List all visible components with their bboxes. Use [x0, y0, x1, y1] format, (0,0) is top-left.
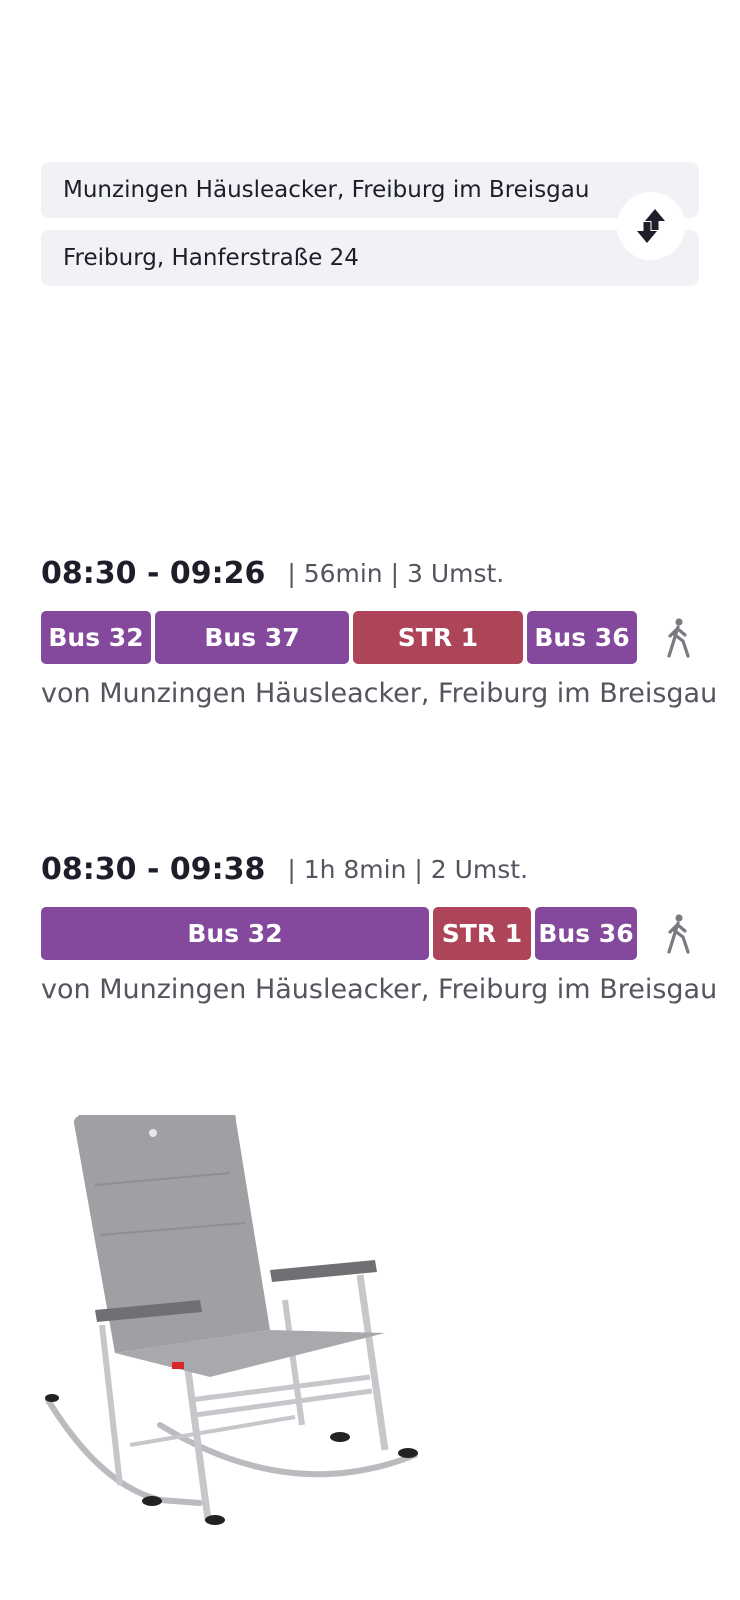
leg-badge: STR 1	[433, 907, 531, 960]
swap-vertical-icon	[637, 209, 665, 243]
journey-meta: | 1h 8min | 2 Umst.	[287, 854, 529, 884]
journey-time: 08:30 - 09:26	[41, 555, 266, 591]
journey-meta: | 56min | 3 Umst.	[287, 558, 505, 588]
leg-badge: STR 1	[353, 611, 523, 664]
leg-badge: Bus 32	[41, 611, 151, 664]
walking-person-icon	[657, 913, 697, 955]
leg-badge: Bus 36	[527, 611, 637, 664]
to-field-value: Freiburg, Hanferstraße 24	[63, 245, 359, 271]
leg-badge: Bus 36	[535, 907, 637, 960]
to-field[interactable]: Freiburg, Hanferstraße 24	[41, 230, 699, 286]
journey-card[interactable]: 08:30 - 09:26 | 56min | 3 Umst. Bus 32 B…	[41, 553, 718, 709]
from-field-value: Munzingen Häusleacker, Freiburg im Breis…	[63, 177, 590, 203]
journey-legs: Bus 32 Bus 37 STR 1 Bus 36	[41, 611, 701, 665]
leg-badge: Bus 32	[41, 907, 429, 960]
from-field[interactable]: Munzingen Häusleacker, Freiburg im Breis…	[41, 162, 699, 218]
walking-person-icon	[657, 617, 697, 659]
journey-origin: von Munzingen Häusleacker, Freiburg im B…	[41, 974, 718, 1005]
journey-header: 08:30 - 09:38 | 1h 8min | 2 Umst.	[41, 849, 701, 889]
rocking-chair-image[interactable]	[40, 1115, 440, 1565]
journey-legs: Bus 32 STR 1 Bus 36	[41, 907, 701, 961]
leg-badge: Bus 37	[155, 611, 349, 664]
journey-card[interactable]: 08:30 - 09:38 | 1h 8min | 2 Umst. Bus 32…	[41, 849, 718, 1005]
journey-header: 08:30 - 09:26 | 56min | 3 Umst.	[41, 553, 701, 593]
journey-origin: von Munzingen Häusleacker, Freiburg im B…	[41, 678, 718, 709]
journey-time: 08:30 - 09:38	[41, 851, 266, 887]
swap-button[interactable]	[617, 192, 685, 260]
